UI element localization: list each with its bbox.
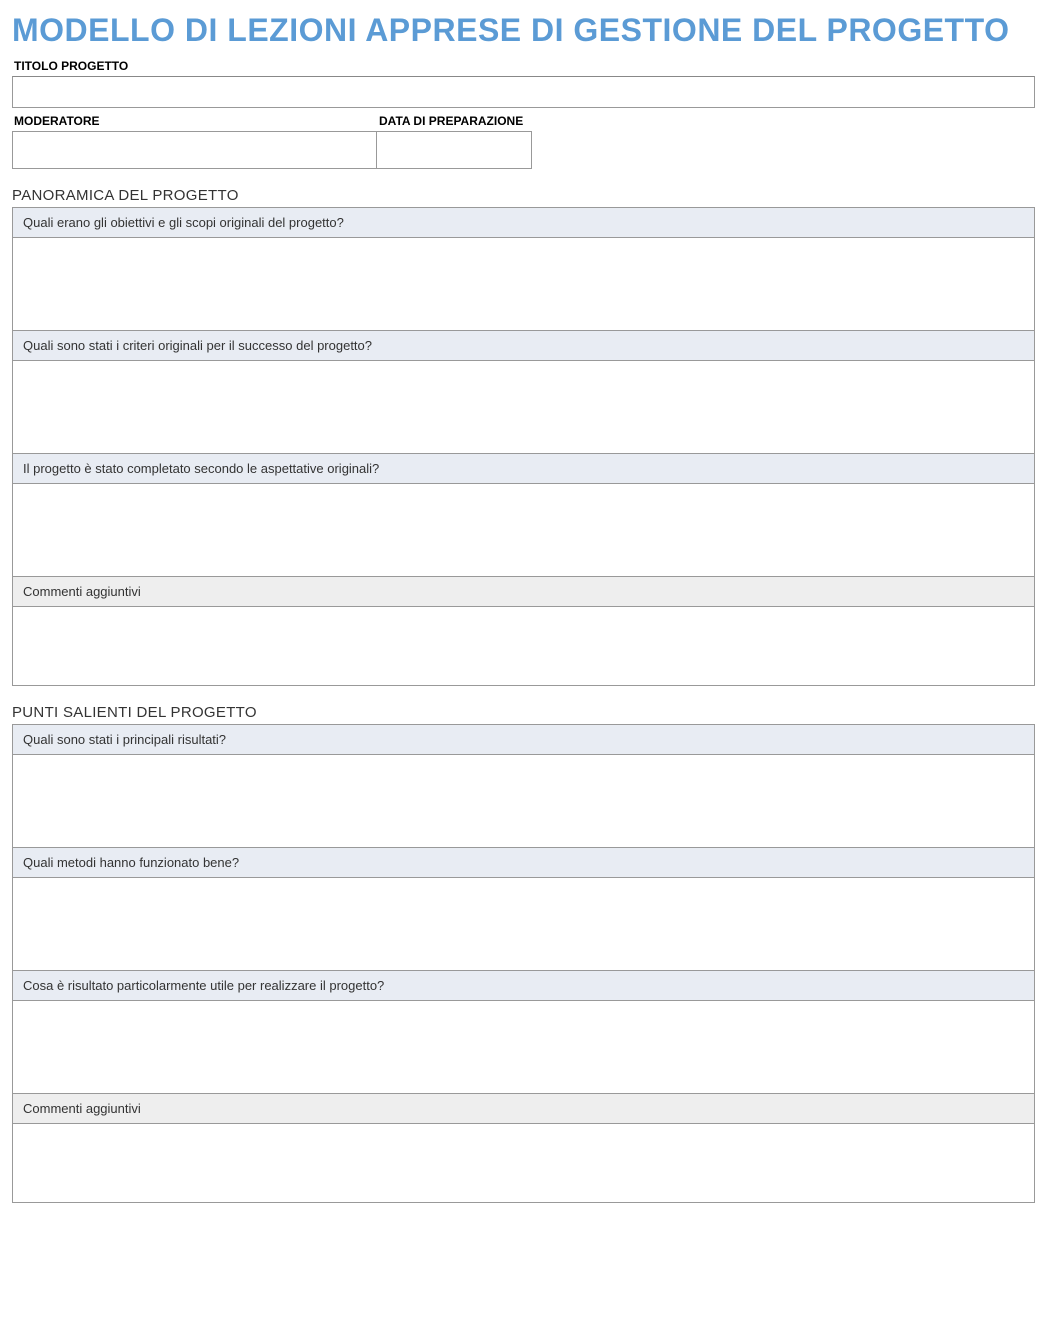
project-title-label: TITOLO PROGETTO: [12, 59, 1035, 73]
question-label-comments: Commenti aggiuntivi: [13, 576, 1034, 607]
section-box: Quali erano gli obiettivi e gli scopi or…: [12, 207, 1035, 686]
answer-input[interactable]: [13, 238, 1034, 330]
section-highlights: PUNTI SALIENTI DEL PROGETTO Quali sono s…: [12, 704, 1035, 1203]
section-box: Quali sono stati i principali risultati?…: [12, 724, 1035, 1203]
moderator-field: MODERATORE: [12, 114, 377, 169]
date-input[interactable]: [377, 131, 532, 169]
question-label: Quali metodi hanno funzionato bene?: [13, 847, 1034, 878]
answer-input[interactable]: [13, 755, 1034, 847]
moderator-input[interactable]: [12, 131, 377, 169]
question-label-comments: Commenti aggiuntivi: [13, 1093, 1034, 1124]
date-label: DATA DI PREPARAZIONE: [377, 114, 532, 128]
question-label: Quali sono stati i principali risultati?: [13, 725, 1034, 755]
section-title-highlights: PUNTI SALIENTI DEL PROGETTO: [12, 704, 1035, 721]
answer-input[interactable]: [13, 1001, 1034, 1093]
date-field: DATA DI PREPARAZIONE: [377, 114, 532, 169]
project-title-input[interactable]: [12, 76, 1035, 108]
question-label: Cosa è risultato particolarmente utile p…: [13, 970, 1034, 1001]
question-label: Quali sono stati i criteri originali per…: [13, 330, 1034, 361]
question-label: Il progetto è stato completato secondo l…: [13, 453, 1034, 484]
document-title: MODELLO DI LEZIONI APPRESE DI GESTIONE D…: [12, 12, 1035, 49]
section-overview: PANORAMICA DEL PROGETTO Quali erano gli …: [12, 187, 1035, 686]
answer-input[interactable]: [13, 1124, 1034, 1202]
answer-input[interactable]: [13, 484, 1034, 576]
answer-input[interactable]: [13, 361, 1034, 453]
moderator-label: MODERATORE: [12, 114, 377, 128]
section-title-overview: PANORAMICA DEL PROGETTO: [12, 187, 1035, 204]
answer-input[interactable]: [13, 607, 1034, 685]
answer-input[interactable]: [13, 878, 1034, 970]
question-label: Quali erano gli obiettivi e gli scopi or…: [13, 208, 1034, 238]
project-title-field: TITOLO PROGETTO: [12, 59, 1035, 108]
